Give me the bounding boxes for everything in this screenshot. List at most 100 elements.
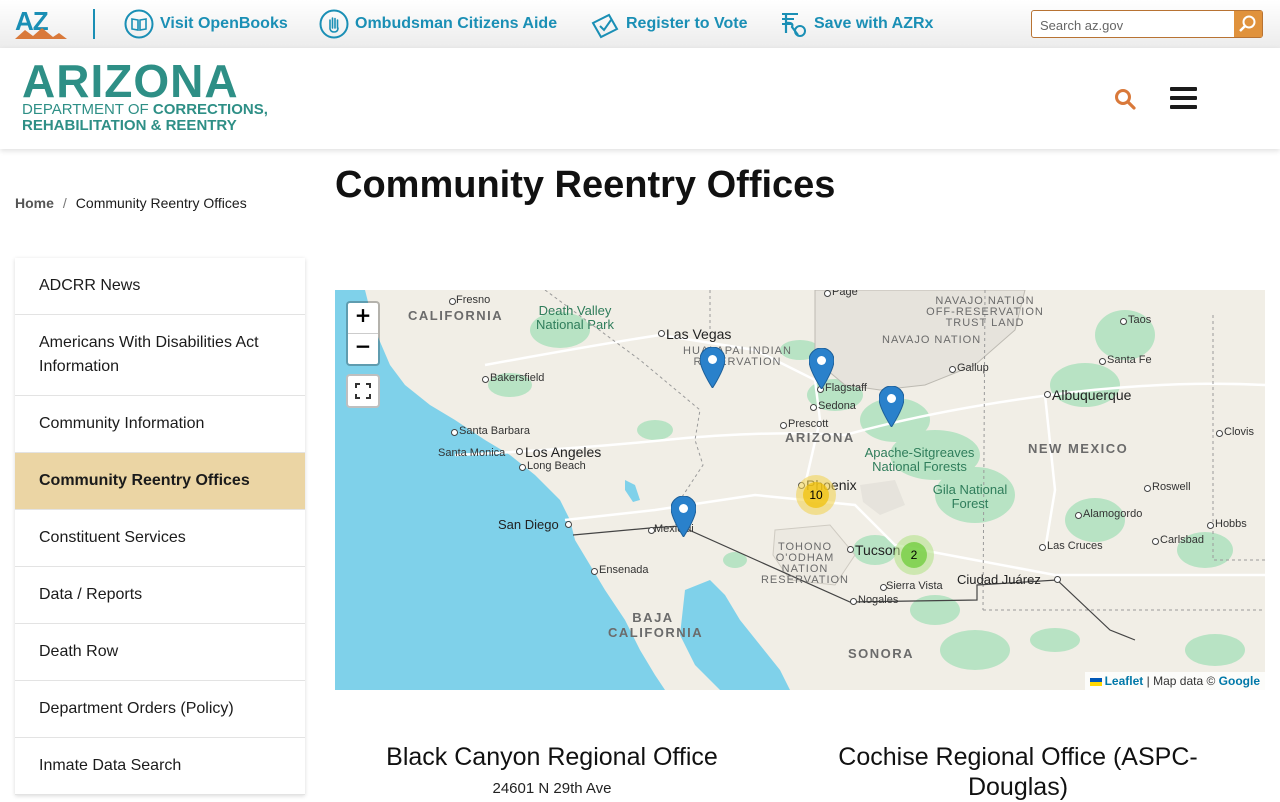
fullscreen-button[interactable] [346,374,380,408]
city-dot [1054,576,1061,583]
search-icon [1115,89,1136,110]
zoom-control: + − [346,301,380,366]
breadcrumb-home[interactable]: Home [15,195,54,211]
search-icon [1239,15,1256,32]
marker-cluster[interactable]: 2 [894,535,934,575]
label-alamogordo: Alamogordo [1083,508,1143,520]
label-san-diego: San Diego [498,517,559,532]
ballot-icon [590,9,620,39]
cluster-count: 2 [901,542,927,568]
city-dot [1075,512,1082,519]
register-vote-link[interactable]: Register to Vote [590,8,748,40]
city-dot [516,448,523,455]
label-fresno: Fresno [456,294,491,306]
adcrr-logo[interactable]: ARIZONA DEPARTMENT OF CORRECTIONS, REHAB… [22,55,312,140]
sidebar-item-community-reentry-offices[interactable]: Community Reentry Offices [15,453,305,510]
topbar-divider [93,9,95,39]
sidebar-item-department-orders[interactable]: Department Orders (Policy) [15,681,305,738]
office-marker[interactable] [878,385,905,428]
label-taos: Taos [1128,314,1152,326]
label-long-beach: Long Beach [527,460,586,472]
az-top-bar: AZ Visit OpenBooks Ombudsman Citizens Ai… [0,0,1280,49]
leaflet-link[interactable]: Leaflet [1089,674,1143,688]
label-gallup: Gallup [957,362,989,374]
city-dot [1144,485,1151,492]
office-marker[interactable] [699,346,726,389]
city-dot [519,464,526,471]
office-card: Black Canyon Regional Office 24601 N 29t… [342,742,762,797]
city-dot [1216,430,1223,437]
office-marker[interactable] [670,495,697,538]
label-santa-barbara: Santa Barbara [459,425,530,437]
breadcrumb-current: Community Reentry Offices [75,195,247,211]
google-link[interactable]: Google [1219,674,1260,688]
city-dot [482,376,489,383]
city-dot [824,290,831,297]
fullscreen-icon [355,383,371,399]
zoom-in-button[interactable]: + [348,303,378,333]
label-albuquerque: Albuquerque [1052,387,1132,403]
marker-cluster[interactable]: 10 [796,475,836,515]
header-search-button[interactable] [1114,88,1136,110]
zoom-out-button[interactable]: − [348,333,378,364]
city-dot [810,404,817,411]
office-card: Cochise Regional Office (ASPC-Douglas) [808,742,1228,802]
label-roswell: Roswell [1152,481,1191,493]
ombudsman-label: Ombudsman Citizens Aide [355,15,558,32]
page-title: Community Reentry Offices [335,164,836,206]
sidebar-item-inmate-data-search[interactable]: Inmate Data Search [15,738,305,795]
city-dot [1207,522,1214,529]
sidebar-item-death-row[interactable]: Death Row [15,624,305,681]
sidebar-item-community-information[interactable]: Community Information [15,396,305,453]
breadcrumb: Home / Community Reentry Offices [15,195,247,211]
sidebar-item-ada-information[interactable]: Americans With Disabilities Act Informat… [15,315,305,396]
azrx-link[interactable]: Save with AZRx [778,8,933,40]
menu-icon[interactable] [1170,86,1198,110]
breadcrumb-separator: / [62,195,67,211]
register-vote-label: Register to Vote [626,15,748,32]
city-dot [1152,538,1159,545]
attribution-separator: | [1146,674,1150,688]
label-sonora: SONORA [848,646,915,661]
map-pin-icon [699,346,726,389]
sidebar-item-adcrr-news[interactable]: ADCRR News [15,258,305,315]
label-navajo-trust-land: NAVAJO NATION OFF-RESERVATION TRUST LAND [926,295,1044,329]
brand-arizona: ARIZONA [22,55,239,107]
label-death-valley: Death Valley National Park [535,303,615,332]
city-dot [1039,544,1046,551]
city-dot [1099,358,1106,365]
city-dot [658,330,665,337]
office-name: Cochise Regional Office (ASPC-Douglas) [838,743,1198,801]
office-marker[interactable] [808,347,835,390]
label-ensenada: Ensenada [599,564,649,576]
sidebar-item-data-reports[interactable]: Data / Reports [15,567,305,624]
label-california: CALIFORNIA [408,308,504,323]
az-logo[interactable]: AZ [15,6,67,39]
label-las-cruces: Las Cruces [1047,540,1103,552]
reentry-offices-map[interactable]: CALIFORNIA ARIZONA NEW MEXICO BAJA CALIF… [335,290,1265,690]
label-clovis: Clovis [1224,426,1254,438]
openbooks-link[interactable]: Visit OpenBooks [124,8,288,40]
sidebar-item-constituent-services[interactable]: Constituent Services [15,510,305,567]
brand-line-2: REHABILITATION & REENTRY [22,117,237,134]
label-prescott: Prescott [788,418,829,430]
office-address: 24601 N 29th Ave [492,780,612,797]
label-tohono-oodham: TOHONO O'ODHAM NATION RESERVATION [760,541,850,586]
city-dot [780,422,787,429]
label-new-mexico: NEW MEXICO [1028,441,1129,456]
az-search-button[interactable] [1234,11,1262,37]
map-attribution: Leaflet | Map data © Google [1084,672,1265,690]
book-icon [124,9,154,39]
openbooks-label: Visit OpenBooks [160,15,288,32]
office-name: Black Canyon Regional Office [386,743,718,771]
label-navajo-nation: NAVAJO NATION [882,334,982,346]
az-search-input[interactable] [1038,14,1238,36]
ombudsman-link[interactable]: Ombudsman Citizens Aide [319,8,557,40]
label-carlsbad: Carlsbad [1160,534,1205,546]
label-arizona: ARIZONA [785,430,855,445]
ukraine-flag-icon [1089,677,1102,686]
az-search [1031,10,1263,38]
label-santa-monica: Santa Monica [438,447,506,459]
label-page: Page [832,290,858,298]
label-hobbs: Hobbs [1215,518,1247,530]
